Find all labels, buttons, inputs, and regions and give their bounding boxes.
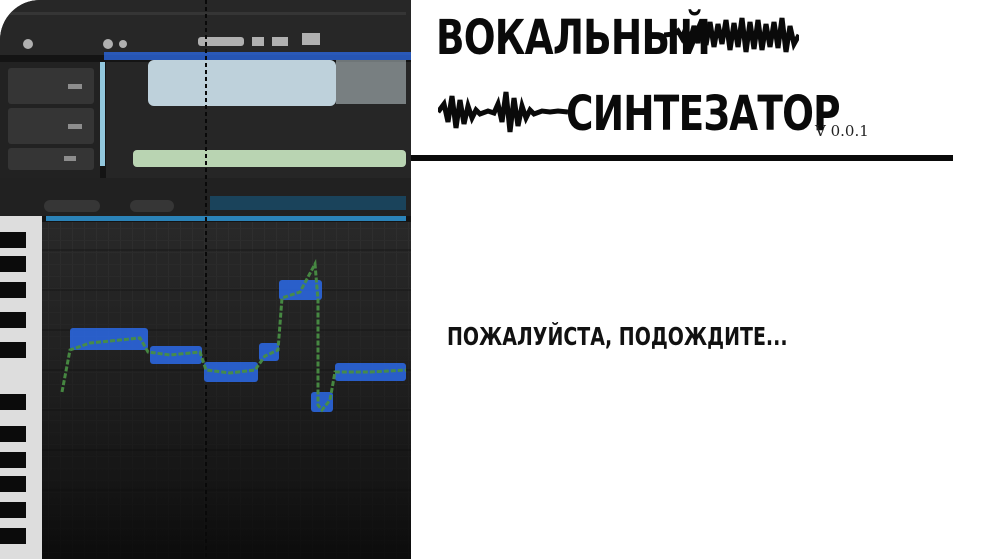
version-label: V 0.0.1 (815, 122, 869, 140)
editor-artwork (0, 0, 411, 559)
divider (411, 155, 953, 161)
title-line-2: СИНТЕЗАТОР (566, 86, 841, 142)
waveform-icon (438, 91, 568, 133)
editor-artwork-svg (0, 0, 411, 559)
waveform-icon (664, 17, 799, 53)
loading-status: ПОЖАЛУЙСТА, ПОДОЖДИТЕ... (447, 322, 788, 351)
